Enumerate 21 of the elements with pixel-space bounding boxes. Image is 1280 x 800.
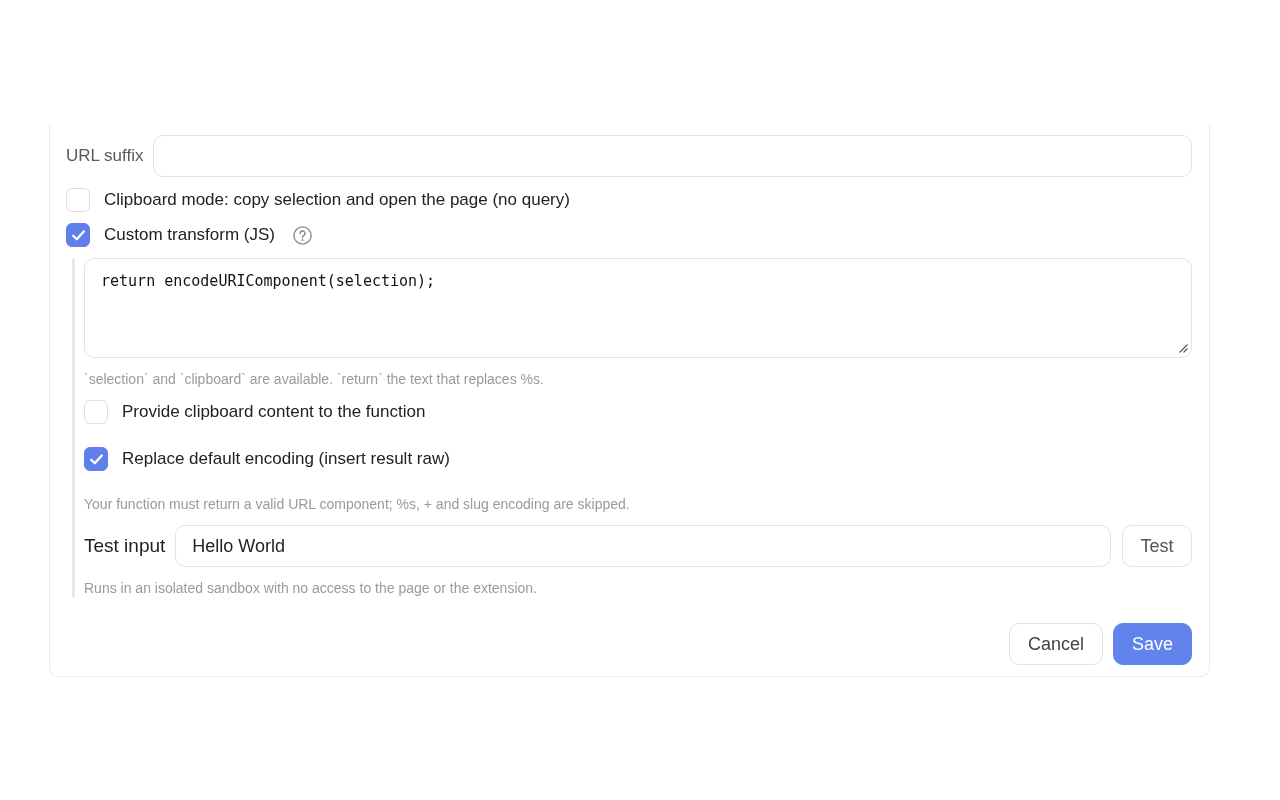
checkbox-label: Replace default encoding (insert result raw) [122, 449, 450, 469]
url-suffix-field[interactable] [153, 135, 1192, 177]
test-input-field[interactable]: Hello World [175, 525, 1111, 567]
help-icon[interactable] [293, 225, 312, 245]
field-label: URL suffix [66, 146, 144, 166]
hint-text: Runs in an isolated sandbox with no access to the page or the extension. [84, 579, 537, 598]
checkbox[interactable] [66, 223, 90, 247]
code-editor[interactable]: return encodeURIComponent(selection); [84, 258, 1192, 358]
hint-text: `selection` and `clipboard` are available. `return` the text that replaces %s. [84, 370, 544, 389]
field-label: Test input [84, 535, 166, 557]
checkbox-label: Provide clipboard content to the function [122, 402, 426, 422]
checkmark-icon [71, 229, 85, 241]
checkbox[interactable] [84, 447, 108, 471]
checkbox-label: Custom transform (JS) [104, 225, 275, 245]
cancel-button[interactable]: Cancel [1008, 623, 1103, 665]
checkmark-icon [89, 453, 103, 465]
save-button[interactable]: Save [1112, 623, 1192, 665]
resize-handle-icon[interactable] [1179, 344, 1188, 353]
checkbox-label: Clipboard mode: copy selection and open the page (no query) [104, 190, 570, 210]
test-button[interactable]: Test [1122, 525, 1192, 567]
hint-text: Your function must return a valid URL component; %s, + and slug encoding are skipped. [84, 495, 630, 514]
